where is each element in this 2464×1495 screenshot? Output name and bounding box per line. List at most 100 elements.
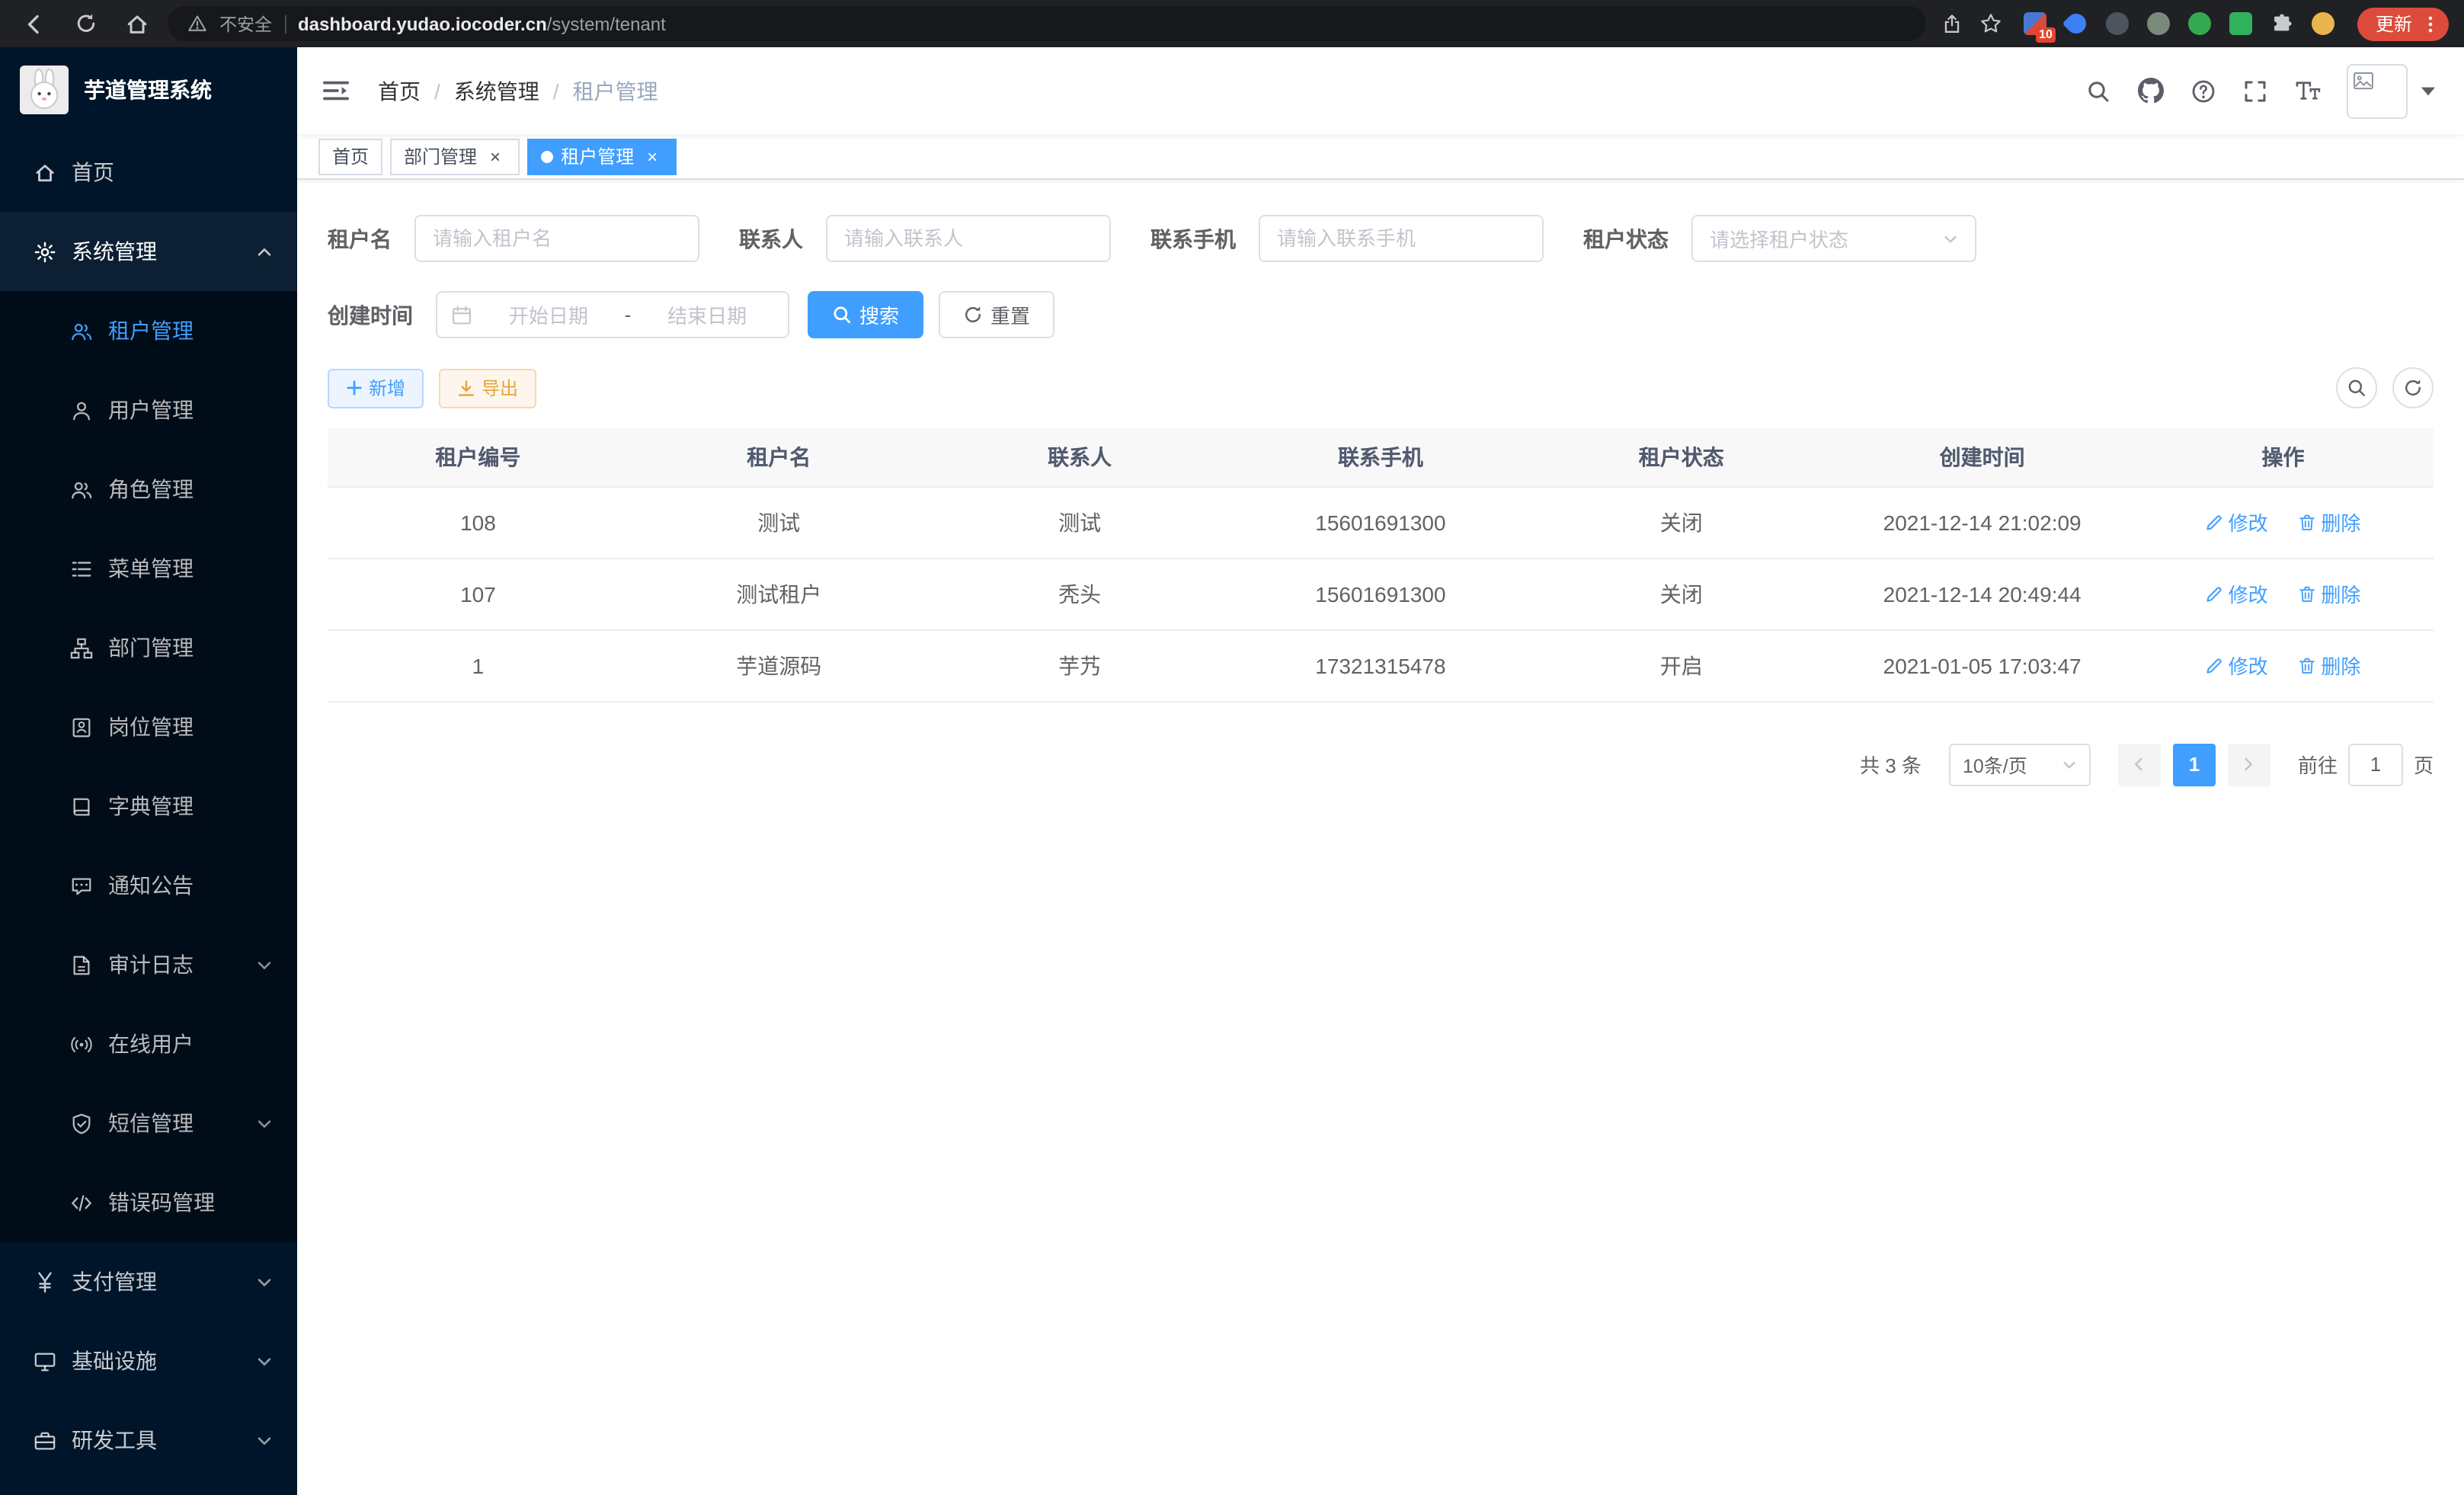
delete-button[interactable]: 删除 (2298, 507, 2360, 536)
table-toolbar-right (2336, 367, 2434, 408)
next-page-button[interactable] (2228, 743, 2270, 786)
sidebar-item-post[interactable]: 岗位管理 (0, 687, 297, 767)
chevron-up-icon (256, 243, 273, 260)
help-icon[interactable] (2184, 71, 2223, 110)
sidebar-item-notice[interactable]: 通知公告 (0, 846, 297, 925)
cell-tenant-id: 107 (328, 558, 629, 629)
sidebar-item-tenant[interactable]: 租户管理 (0, 291, 297, 370)
extension-5[interactable] (2187, 11, 2213, 37)
sidebar-item-online-user[interactable]: 在线用户 (0, 1004, 297, 1084)
caret-down-icon[interactable] (2417, 82, 2440, 100)
browser-extensions-puzzle[interactable] (2269, 11, 2295, 37)
search-filter-form: 租户名 联系人 联系手机 租户状态 (328, 215, 2434, 338)
close-icon[interactable]: × (642, 146, 663, 167)
tag-租户管理[interactable]: 租户管理× (527, 138, 677, 174)
page-size-select[interactable]: 10条/页 (1949, 743, 2091, 786)
bookmark-star-icon[interactable] (1979, 12, 2002, 35)
breadcrumb-item[interactable]: 系统管理 (454, 75, 539, 106)
divider (284, 14, 286, 33)
reload-button[interactable] (67, 5, 104, 42)
share-icon[interactable] (1941, 13, 1963, 34)
toggle-search-button[interactable] (2336, 367, 2377, 408)
sidebar-item-dict[interactable]: 字典管理 (0, 767, 297, 846)
cell-contact: 测试 (930, 486, 1230, 558)
github-icon[interactable] (2130, 70, 2171, 111)
sidebar-item-menu[interactable]: 菜单管理 (0, 529, 297, 608)
tags-view: 首页部门管理×租户管理× (297, 134, 2464, 180)
edit-button[interactable]: 修改 (2206, 579, 2268, 608)
extension-4[interactable] (2146, 11, 2171, 37)
navbar-actions (2078, 70, 2328, 111)
delete-button[interactable]: 删除 (2298, 651, 2360, 680)
home-button[interactable] (119, 5, 155, 42)
search-icon[interactable] (2078, 71, 2118, 110)
sidebar-item-home[interactable]: 首页 (0, 133, 297, 212)
cell-mobile: 15601691300 (1230, 486, 1531, 558)
address-bar[interactable]: 不安全 dashboard.yudao.iocoder.cn/system/te… (168, 6, 1926, 41)
download-icon (457, 379, 475, 397)
cell-tenant-id: 1 (328, 629, 629, 701)
filter-contact: 联系人 (739, 215, 1111, 262)
add-button[interactable]: 新增 (328, 368, 424, 408)
sidebar-item-dept[interactable]: 部门管理 (0, 608, 297, 687)
tag-部门管理[interactable]: 部门管理× (390, 138, 520, 174)
hamburger-icon[interactable] (322, 78, 360, 104)
profile-avatar[interactable] (2310, 11, 2336, 37)
sidebar-item-sms[interactable]: 短信管理 (0, 1084, 297, 1163)
sidebar-item-user[interactable]: 用户管理 (0, 370, 297, 450)
infra-icon (32, 1349, 56, 1372)
cell-created: 2021-01-05 17:03:47 (1832, 629, 2133, 701)
fullscreen-icon[interactable] (2235, 71, 2275, 110)
breadcrumb-item[interactable]: 首页 (378, 75, 421, 106)
date-range-picker[interactable]: 开始日期 - 结束日期 (436, 291, 789, 338)
url-text[interactable]: dashboard.yudao.iocoder.cn/system/tenant (298, 13, 666, 34)
sidebar-item-error-code[interactable]: 错误码管理 (0, 1163, 297, 1242)
extension-1[interactable]: 10 (2022, 11, 2048, 37)
sidebar-item-dev-tool[interactable]: 研发工具 (0, 1401, 297, 1480)
sidebar-item-role[interactable]: 角色管理 (0, 450, 297, 529)
filter-mobile: 联系手机 (1150, 215, 1544, 262)
delete-button[interactable]: 删除 (2298, 579, 2360, 608)
update-button[interactable]: 更新 (2357, 7, 2449, 40)
edit-icon (2206, 656, 2224, 674)
extension-3[interactable] (2104, 11, 2130, 37)
column-header: 租户编号 (328, 428, 629, 486)
sidebar-item-system[interactable]: 系统管理 (0, 212, 297, 291)
audit-log-icon (69, 953, 93, 976)
sidebar-item-pay[interactable]: 支付管理 (0, 1242, 297, 1321)
extensions-area: 10 (2022, 11, 2336, 37)
cell-tenant-name: 测试 (629, 486, 930, 558)
extension-6[interactable] (2228, 11, 2254, 37)
sidebar: 芋道管理系统 首页系统管理租户管理用户管理角色管理菜单管理部门管理岗位管理字典管… (0, 47, 297, 1495)
contact-input[interactable] (826, 215, 1111, 262)
tenant-name-input[interactable] (414, 215, 699, 262)
export-button[interactable]: 导出 (439, 368, 536, 408)
mobile-input[interactable] (1259, 215, 1544, 262)
prev-page-button[interactable] (2118, 743, 2161, 786)
goto-page-input[interactable] (2348, 743, 2403, 786)
search-button[interactable]: 搜索 (808, 291, 923, 338)
avatar[interactable] (2347, 63, 2408, 118)
edit-button[interactable]: 修改 (2206, 651, 2268, 680)
app-logo[interactable]: 芋道管理系统 (0, 47, 297, 133)
font-size-icon[interactable] (2287, 72, 2328, 110)
sidebar-item-audit-log[interactable]: 审计日志 (0, 925, 297, 1004)
user-icon (69, 399, 93, 421)
tenant-icon (69, 319, 93, 342)
back-button[interactable] (15, 5, 52, 42)
extension-2[interactable] (2063, 11, 2089, 37)
chevron-down-icon (256, 1115, 273, 1132)
refresh-table-button[interactable] (2392, 367, 2434, 408)
tag-首页[interactable]: 首页 (318, 138, 382, 174)
table-row: 107 测试租户 秃头 15601691300 关闭 2021-12-14 20… (328, 558, 2434, 629)
refresh-icon (963, 305, 983, 325)
edit-button[interactable]: 修改 (2206, 507, 2268, 536)
reset-button[interactable]: 重置 (939, 291, 1054, 338)
menu-kebab-icon[interactable] (2420, 13, 2441, 34)
close-icon[interactable]: × (485, 146, 506, 167)
security-label[interactable]: 不安全 (219, 11, 272, 36)
page-number-1[interactable]: 1 (2173, 743, 2216, 786)
application-window: 不安全 dashboard.yudao.iocoder.cn/system/te… (0, 0, 2464, 1495)
sidebar-item-infra[interactable]: 基础设施 (0, 1321, 297, 1401)
tenant-status-select[interactable]: 请选择租户状态 (1691, 215, 1976, 262)
